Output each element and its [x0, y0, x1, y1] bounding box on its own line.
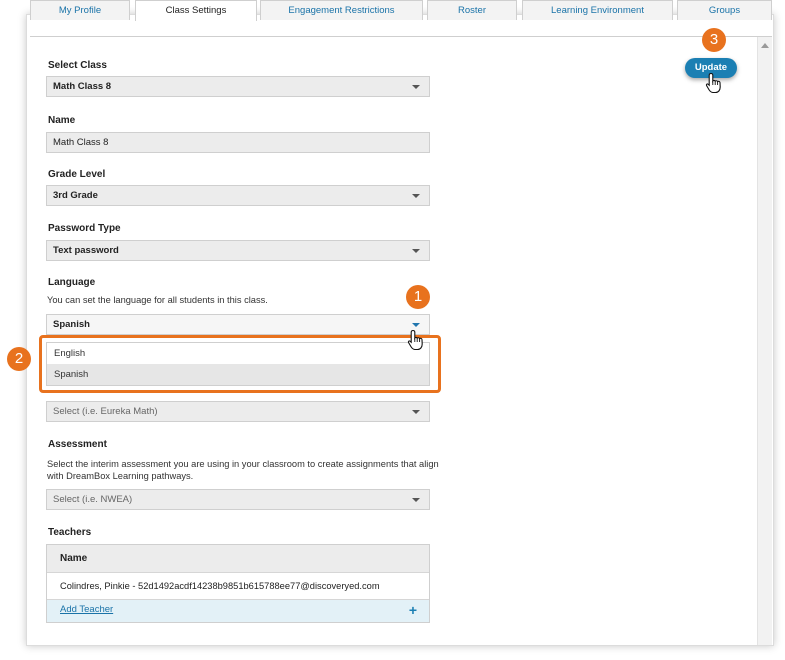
callout-badge-1: 1: [406, 285, 430, 309]
vertical-scrollbar[interactable]: [757, 37, 772, 645]
tab-learning-environment[interactable]: Learning Environment: [522, 0, 673, 20]
grade-level-label: Grade Level: [48, 169, 106, 180]
select-class-label: Select Class: [48, 60, 107, 71]
chevron-down-icon: [412, 323, 420, 327]
hand-cursor-icon: [407, 329, 423, 351]
chevron-down-icon: [412, 498, 420, 502]
tab-roster[interactable]: Roster: [427, 0, 517, 20]
chevron-down-icon: [412, 410, 420, 414]
tab-engagement-restrictions[interactable]: Engagement Restrictions: [260, 0, 423, 20]
chevron-down-icon: [412, 249, 420, 253]
add-teacher-link[interactable]: Add Teacher: [60, 604, 113, 615]
curriculum-value: Select (i.e. Eureka Math): [53, 406, 158, 417]
assessment-help-text: Select the interim assessment you are us…: [47, 459, 439, 481]
tab-divider: [30, 36, 772, 37]
select-class-value: Math Class 8: [53, 81, 112, 92]
grade-level-dropdown[interactable]: 3rd Grade: [46, 185, 430, 206]
table-row: Colindres, Pinkie - 52d1492acdf14238b985…: [47, 573, 429, 600]
callout-badge-3: 3: [702, 28, 726, 52]
language-dropdown[interactable]: Spanish: [46, 314, 430, 335]
language-label: Language: [48, 277, 96, 288]
chevron-down-icon: [412, 194, 420, 198]
highlight-box: [39, 335, 441, 393]
callout-badge-2: 2: [7, 347, 31, 371]
language-value: Spanish: [53, 319, 90, 330]
teachers-table: Name Colindres, Pinkie - 52d1492acdf1423…: [46, 544, 430, 623]
name-label: Name: [48, 115, 76, 126]
assessment-value: Select (i.e. NWEA): [53, 494, 133, 505]
assessment-dropdown[interactable]: Select (i.e. NWEA): [46, 489, 430, 510]
select-class-dropdown[interactable]: Math Class 8: [46, 76, 430, 97]
tab-class-settings[interactable]: Class Settings: [135, 0, 257, 21]
grade-level-value: 3rd Grade: [53, 190, 98, 201]
tab-my-profile[interactable]: My Profile: [30, 0, 130, 20]
teachers-column-name: Name: [47, 545, 429, 573]
curriculum-dropdown[interactable]: Select (i.e. Eureka Math): [46, 401, 430, 422]
password-type-label: Password Type: [48, 223, 121, 234]
password-type-dropdown[interactable]: Text password: [46, 240, 430, 261]
hand-cursor-icon: [705, 72, 721, 94]
plus-icon[interactable]: +: [409, 602, 417, 618]
teachers-label: Teachers: [48, 527, 92, 538]
scroll-up-arrow-icon[interactable]: [761, 43, 769, 48]
chevron-down-icon: [412, 85, 420, 89]
tab-groups[interactable]: Groups: [677, 0, 772, 20]
password-type-value: Text password: [53, 245, 119, 256]
add-teacher-row: Add Teacher +: [47, 600, 429, 622]
name-value: Math Class 8: [53, 137, 109, 148]
name-input[interactable]: Math Class 8: [46, 132, 430, 153]
language-help-text: You can set the language for all student…: [47, 295, 268, 305]
assessment-label: Assessment: [48, 439, 107, 450]
